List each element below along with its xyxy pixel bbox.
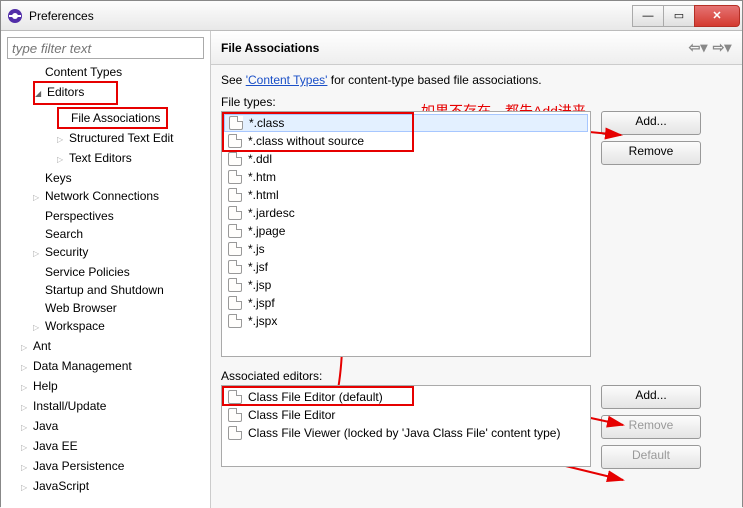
tree-text-editors[interactable]: Text Editors (57, 149, 204, 169)
titlebar: Preferences — ▭ ✕ (1, 1, 742, 31)
tree-data-management[interactable]: Data Management (21, 357, 204, 377)
tree-service-policies[interactable]: Service Policies (33, 263, 204, 281)
editors-default-button[interactable]: Default (601, 445, 701, 469)
tree-editors[interactable]: Editors (33, 81, 118, 105)
editor-item[interactable]: Class File Editor (default) (224, 388, 588, 406)
file-icon (228, 296, 242, 310)
window-maximize-button[interactable]: ▭ (663, 5, 695, 27)
file-type-item[interactable]: *.html (224, 186, 588, 204)
preferences-page: File Associations ⇦▾ ⇨▾ (211, 31, 742, 508)
file-type-item[interactable]: *.htm (224, 168, 588, 186)
tree-perspectives[interactable]: Perspectives (33, 207, 204, 225)
file-icon (228, 242, 242, 256)
file-icon (228, 134, 242, 148)
tree-structured-text-editors[interactable]: Structured Text Edit (57, 129, 204, 149)
tree-network-connections[interactable]: Network Connections (33, 187, 204, 207)
file-type-item[interactable]: *.class (224, 114, 588, 132)
file-type-item[interactable]: *.class without source (224, 132, 588, 150)
editors-remove-button[interactable]: Remove (601, 415, 701, 439)
tree-workspace[interactable]: Workspace (33, 317, 204, 337)
page-title: File Associations (221, 41, 319, 55)
preferences-tree[interactable]: Content Types Editors File Associations … (7, 63, 204, 497)
filter-input[interactable] (7, 37, 204, 59)
file-icon (228, 224, 242, 238)
tree-security[interactable]: Security (33, 243, 204, 263)
window-minimize-button[interactable]: — (632, 5, 664, 27)
nav-forward-icon[interactable]: ⇨▾ (712, 39, 732, 56)
tree-startup-shutdown[interactable]: Startup and Shutdown (33, 281, 204, 299)
tree-search[interactable]: Search (33, 225, 204, 243)
page-header: File Associations ⇦▾ ⇨▾ (211, 31, 742, 65)
preferences-tree-panel: Content Types Editors File Associations … (1, 31, 211, 508)
file-type-item[interactable]: *.jsp (224, 276, 588, 294)
window-close-button[interactable]: ✕ (694, 5, 740, 27)
page-description: See 'Content Types' for content-type bas… (221, 73, 732, 87)
file-icon (228, 426, 242, 440)
file-type-item[interactable]: *.ddl (224, 150, 588, 168)
tree-web-browser[interactable]: Web Browser (33, 299, 204, 317)
editor-item[interactable]: Class File Editor (224, 406, 588, 424)
tree-install-update[interactable]: Install/Update (21, 397, 204, 417)
file-types-list[interactable]: *.class *.class without source *.ddl *.h… (221, 111, 591, 357)
associated-editors-list[interactable]: Class File Editor (default) Class File E… (221, 385, 591, 467)
tree-java[interactable]: Java (21, 417, 204, 437)
file-icon (228, 260, 242, 274)
file-icon (228, 408, 242, 422)
file-types-remove-button[interactable]: Remove (601, 141, 701, 165)
associated-editors-label: Associated editors: (221, 369, 732, 383)
editors-add-button[interactable]: Add... (601, 385, 701, 409)
tree-javascript[interactable]: JavaScript (21, 477, 204, 497)
tree-help[interactable]: Help (21, 377, 204, 397)
file-icon (228, 314, 242, 328)
tree-content-types[interactable]: Content Types (33, 63, 204, 81)
file-icon (228, 390, 242, 404)
file-type-item[interactable]: *.jspf (224, 294, 588, 312)
tree-java-ee[interactable]: Java EE (21, 437, 204, 457)
file-icon (228, 152, 242, 166)
file-types-add-button[interactable]: Add... (601, 111, 701, 135)
tree-java-persistence[interactable]: Java Persistence (21, 457, 204, 477)
app-icon (7, 8, 23, 24)
editor-item[interactable]: Class File Viewer (locked by 'Java Class… (224, 424, 588, 442)
file-type-item[interactable]: *.jardesc (224, 204, 588, 222)
file-type-item[interactable]: *.jpage (224, 222, 588, 240)
file-type-item[interactable]: *.jsf (224, 258, 588, 276)
file-type-item[interactable]: *.jspx (224, 312, 588, 330)
window-title: Preferences (29, 9, 633, 23)
tree-ant[interactable]: Ant (21, 337, 204, 357)
content-types-link[interactable]: 'Content Types' (246, 73, 328, 87)
file-icon (228, 170, 242, 184)
file-type-item[interactable]: *.js (224, 240, 588, 258)
tree-keys[interactable]: Keys (33, 169, 204, 187)
file-types-label: File types: (221, 95, 732, 109)
nav-arrows: ⇦▾ ⇨▾ (688, 39, 732, 56)
nav-back-icon[interactable]: ⇦▾ (688, 39, 708, 56)
file-icon (228, 188, 242, 202)
file-icon (228, 278, 242, 292)
tree-file-associations[interactable]: File Associations (59, 109, 160, 127)
file-icon (229, 116, 243, 130)
file-icon (228, 206, 242, 220)
